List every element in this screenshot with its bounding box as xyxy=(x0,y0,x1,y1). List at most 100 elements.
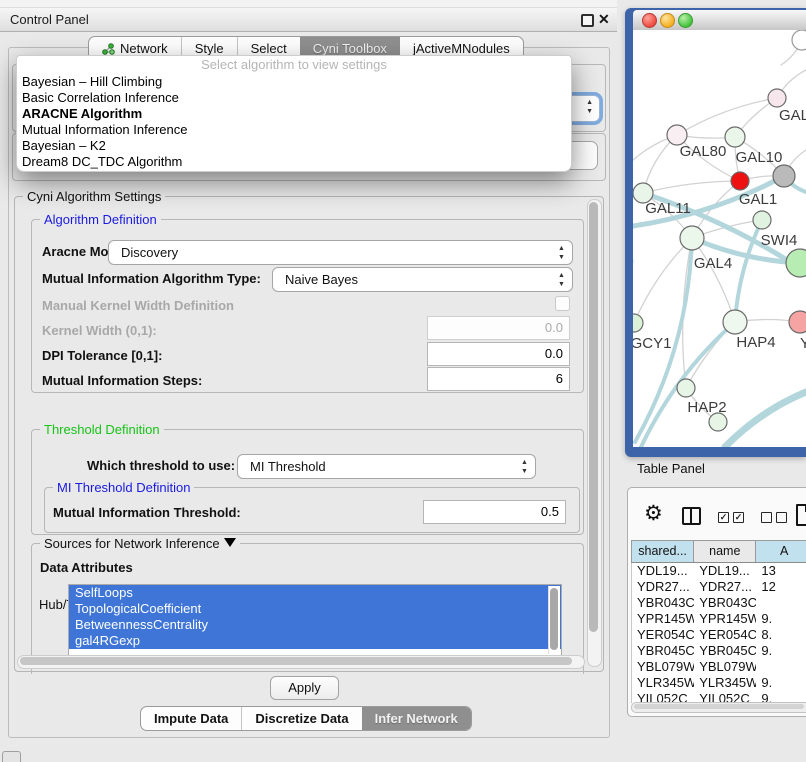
network-node-hap4[interactable] xyxy=(723,310,747,334)
table-cell: YBL079W xyxy=(632,659,694,675)
attributes-scrollbar[interactable] xyxy=(548,586,560,654)
table-rows: YDL19...YDL19...13YDR27...YDR27...12YBR0… xyxy=(631,563,806,703)
table-cell: YBL079W xyxy=(694,659,756,675)
table-cell: YER054C xyxy=(632,627,694,643)
threshold-definition-group: Threshold Definition Which threshold to … xyxy=(31,429,584,535)
network-node[interactable] xyxy=(773,165,795,187)
table-row[interactable]: YBR043CYBR043C xyxy=(632,595,806,611)
table-cell: YDR27... xyxy=(632,579,694,595)
tab-discretize-data[interactable]: Discretize Data xyxy=(241,707,361,730)
dropdown-item-dream8-dc-tdc-algorithm[interactable]: Dream8 DC_TDC Algorithm xyxy=(17,154,571,170)
sources-group-title[interactable]: Sources for Network Inference xyxy=(40,536,240,551)
columns-icon[interactable] xyxy=(682,507,701,525)
close-traffic-light-icon[interactable] xyxy=(642,13,657,28)
node-label-gal11: GAL11 xyxy=(645,200,691,217)
table-cell: 12 xyxy=(756,579,806,595)
aracne-mode-combobox[interactable]: Discovery ▲▼ xyxy=(108,240,573,265)
mi-type-combobox[interactable]: Naive Bayes ▲▼ xyxy=(272,267,573,292)
tab-impute-data[interactable]: Impute Data xyxy=(141,707,241,730)
network-node-gal[interactable] xyxy=(768,89,786,107)
collapse-arrow-icon xyxy=(224,538,236,547)
settings-vertical-scrollbar[interactable] xyxy=(587,199,602,667)
dpi-tolerance-field[interactable]: 0.0 xyxy=(427,342,570,366)
attribute-item-selfloops[interactable]: SelfLoops xyxy=(69,585,561,601)
float-window-icon[interactable] xyxy=(581,14,594,27)
close-icon[interactable]: ✕ xyxy=(598,11,610,28)
dropdown-item-bayesian-hill-climbing[interactable]: Bayesian – Hill Climbing xyxy=(17,74,571,90)
dropdown-hint: Select algorithm to view settings xyxy=(17,56,571,74)
select-all-checkboxes-icon[interactable]: ✓ ✓ xyxy=(718,512,744,523)
minimize-traffic-light-icon[interactable] xyxy=(660,13,675,28)
network-node-y[interactable] xyxy=(789,311,806,333)
stepper-arrows-icon: ▲▼ xyxy=(520,458,529,476)
data-attributes-items: SelfLoopsTopologicalCoefficientBetweenne… xyxy=(69,585,561,649)
network-node-gal80[interactable] xyxy=(667,125,687,145)
network-node[interactable] xyxy=(792,30,806,50)
column-header-a[interactable]: A xyxy=(756,541,806,562)
table-row[interactable]: YER054CYER054C8. xyxy=(632,627,806,643)
network-node-swi4[interactable] xyxy=(753,211,771,229)
which-threshold-combobox[interactable]: MI Threshold ▲▼ xyxy=(237,454,536,479)
checked-box-icon: ✓ xyxy=(718,512,729,523)
table-row[interactable]: YLR345WYLR345W9. xyxy=(632,675,806,691)
deselect-all-checkboxes-icon[interactable] xyxy=(761,512,787,523)
column-header-shared-[interactable]: shared... xyxy=(632,541,694,562)
dropdown-item-mutual-information-inference[interactable]: Mutual Information Inference xyxy=(17,122,571,138)
table-panel: ⚙ ✓ ✓ shared...nameA YDL19...YDL19...13Y… xyxy=(627,487,806,717)
top-strip xyxy=(0,0,617,8)
node-label-gal: GAL xyxy=(779,107,806,124)
network-window-titlebar[interactable] xyxy=(633,10,806,31)
tab-infer-network[interactable]: Infer Network xyxy=(362,707,471,730)
table-horizontal-scrollbar[interactable] xyxy=(631,702,806,713)
gear-icon[interactable]: ⚙ xyxy=(644,503,663,524)
document-icon[interactable] xyxy=(796,504,806,526)
kernel-width-field: 0.0 xyxy=(427,316,570,340)
table-cell: YDL19... xyxy=(632,563,694,579)
table-cell xyxy=(756,659,806,675)
node-label-swi4: SWI4 xyxy=(761,232,798,249)
table-row[interactable]: YBR045CYBR045C9. xyxy=(632,643,806,659)
network-canvas[interactable]: GALGAL80GAL10GAL1GAL11SWI4GAL4GCY1HAP4YH… xyxy=(633,30,806,447)
network-node-gal10[interactable] xyxy=(725,127,745,147)
unchecked-box-icon xyxy=(761,512,772,523)
table-row[interactable]: YPR145WYPR145W9. xyxy=(632,611,806,627)
apply-button[interactable]: Apply xyxy=(270,676,339,700)
table-row[interactable]: YDL19...YDL19...13 xyxy=(632,563,806,579)
network-node-gal4[interactable] xyxy=(680,226,704,250)
table-cell: YPR145W xyxy=(632,611,694,627)
attribute-item-gal4rgexp[interactable]: gal4RGexp xyxy=(69,633,561,649)
network-node[interactable] xyxy=(786,249,806,277)
network-node-gal1[interactable] xyxy=(731,172,749,190)
node-label-gcy1: GCY1 xyxy=(633,335,671,352)
mi-threshold-field[interactable]: 0.5 xyxy=(423,500,566,524)
dropdown-item-basic-correlation-inference[interactable]: Basic Correlation Inference xyxy=(17,90,571,106)
algorithm-definition-title: Algorithm Definition xyxy=(40,212,161,227)
network-node-hap2[interactable] xyxy=(677,379,695,397)
table-row[interactable]: YBL079WYBL079W xyxy=(632,659,806,675)
network-edge xyxy=(643,181,740,193)
manual-kernel-label: Manual Kernel Width Definition xyxy=(42,298,234,313)
bottom-tabstrip: Impute DataDiscretize DataInfer Network xyxy=(140,706,472,731)
network-edge xyxy=(677,98,777,135)
table-cell: YER054C xyxy=(694,627,756,643)
table-cell: 13 xyxy=(756,563,806,579)
network-graph-svg: GALGAL80GAL10GAL1GAL11SWI4GAL4GCY1HAP4YH… xyxy=(633,30,806,447)
table-cell xyxy=(756,595,806,611)
table-row[interactable]: YDR27...YDR27...12 xyxy=(632,579,806,595)
network-node-gcy1[interactable] xyxy=(633,314,643,332)
corner-mini-button[interactable] xyxy=(2,751,21,762)
dropdown-item-bayesian-k2[interactable]: Bayesian – K2 xyxy=(17,138,571,154)
dropdown-item-aracne-algorithm[interactable]: ARACNE Algorithm xyxy=(17,106,571,122)
attribute-item-betweennesscentrality[interactable]: BetweennessCentrality xyxy=(69,617,561,633)
node-label-gal10: GAL10 xyxy=(736,149,783,166)
mi-threshold-definition-group: MI Threshold Definition Mutual Informati… xyxy=(44,487,580,533)
aracne-mode-value: Discovery xyxy=(121,245,178,260)
control-panel-titlebar: Control Panel ✕ xyxy=(0,8,617,32)
settings-horizontal-scrollbar[interactable] xyxy=(17,655,585,669)
table-header: shared...nameA xyxy=(631,540,806,563)
attribute-item-topologicalcoefficient[interactable]: TopologicalCoefficient xyxy=(69,601,561,617)
node-label-hap4: HAP4 xyxy=(736,334,775,351)
mi-steps-field[interactable]: 6 xyxy=(427,367,570,391)
column-header-name[interactable]: name xyxy=(694,541,756,562)
zoom-traffic-light-icon[interactable] xyxy=(678,13,693,28)
